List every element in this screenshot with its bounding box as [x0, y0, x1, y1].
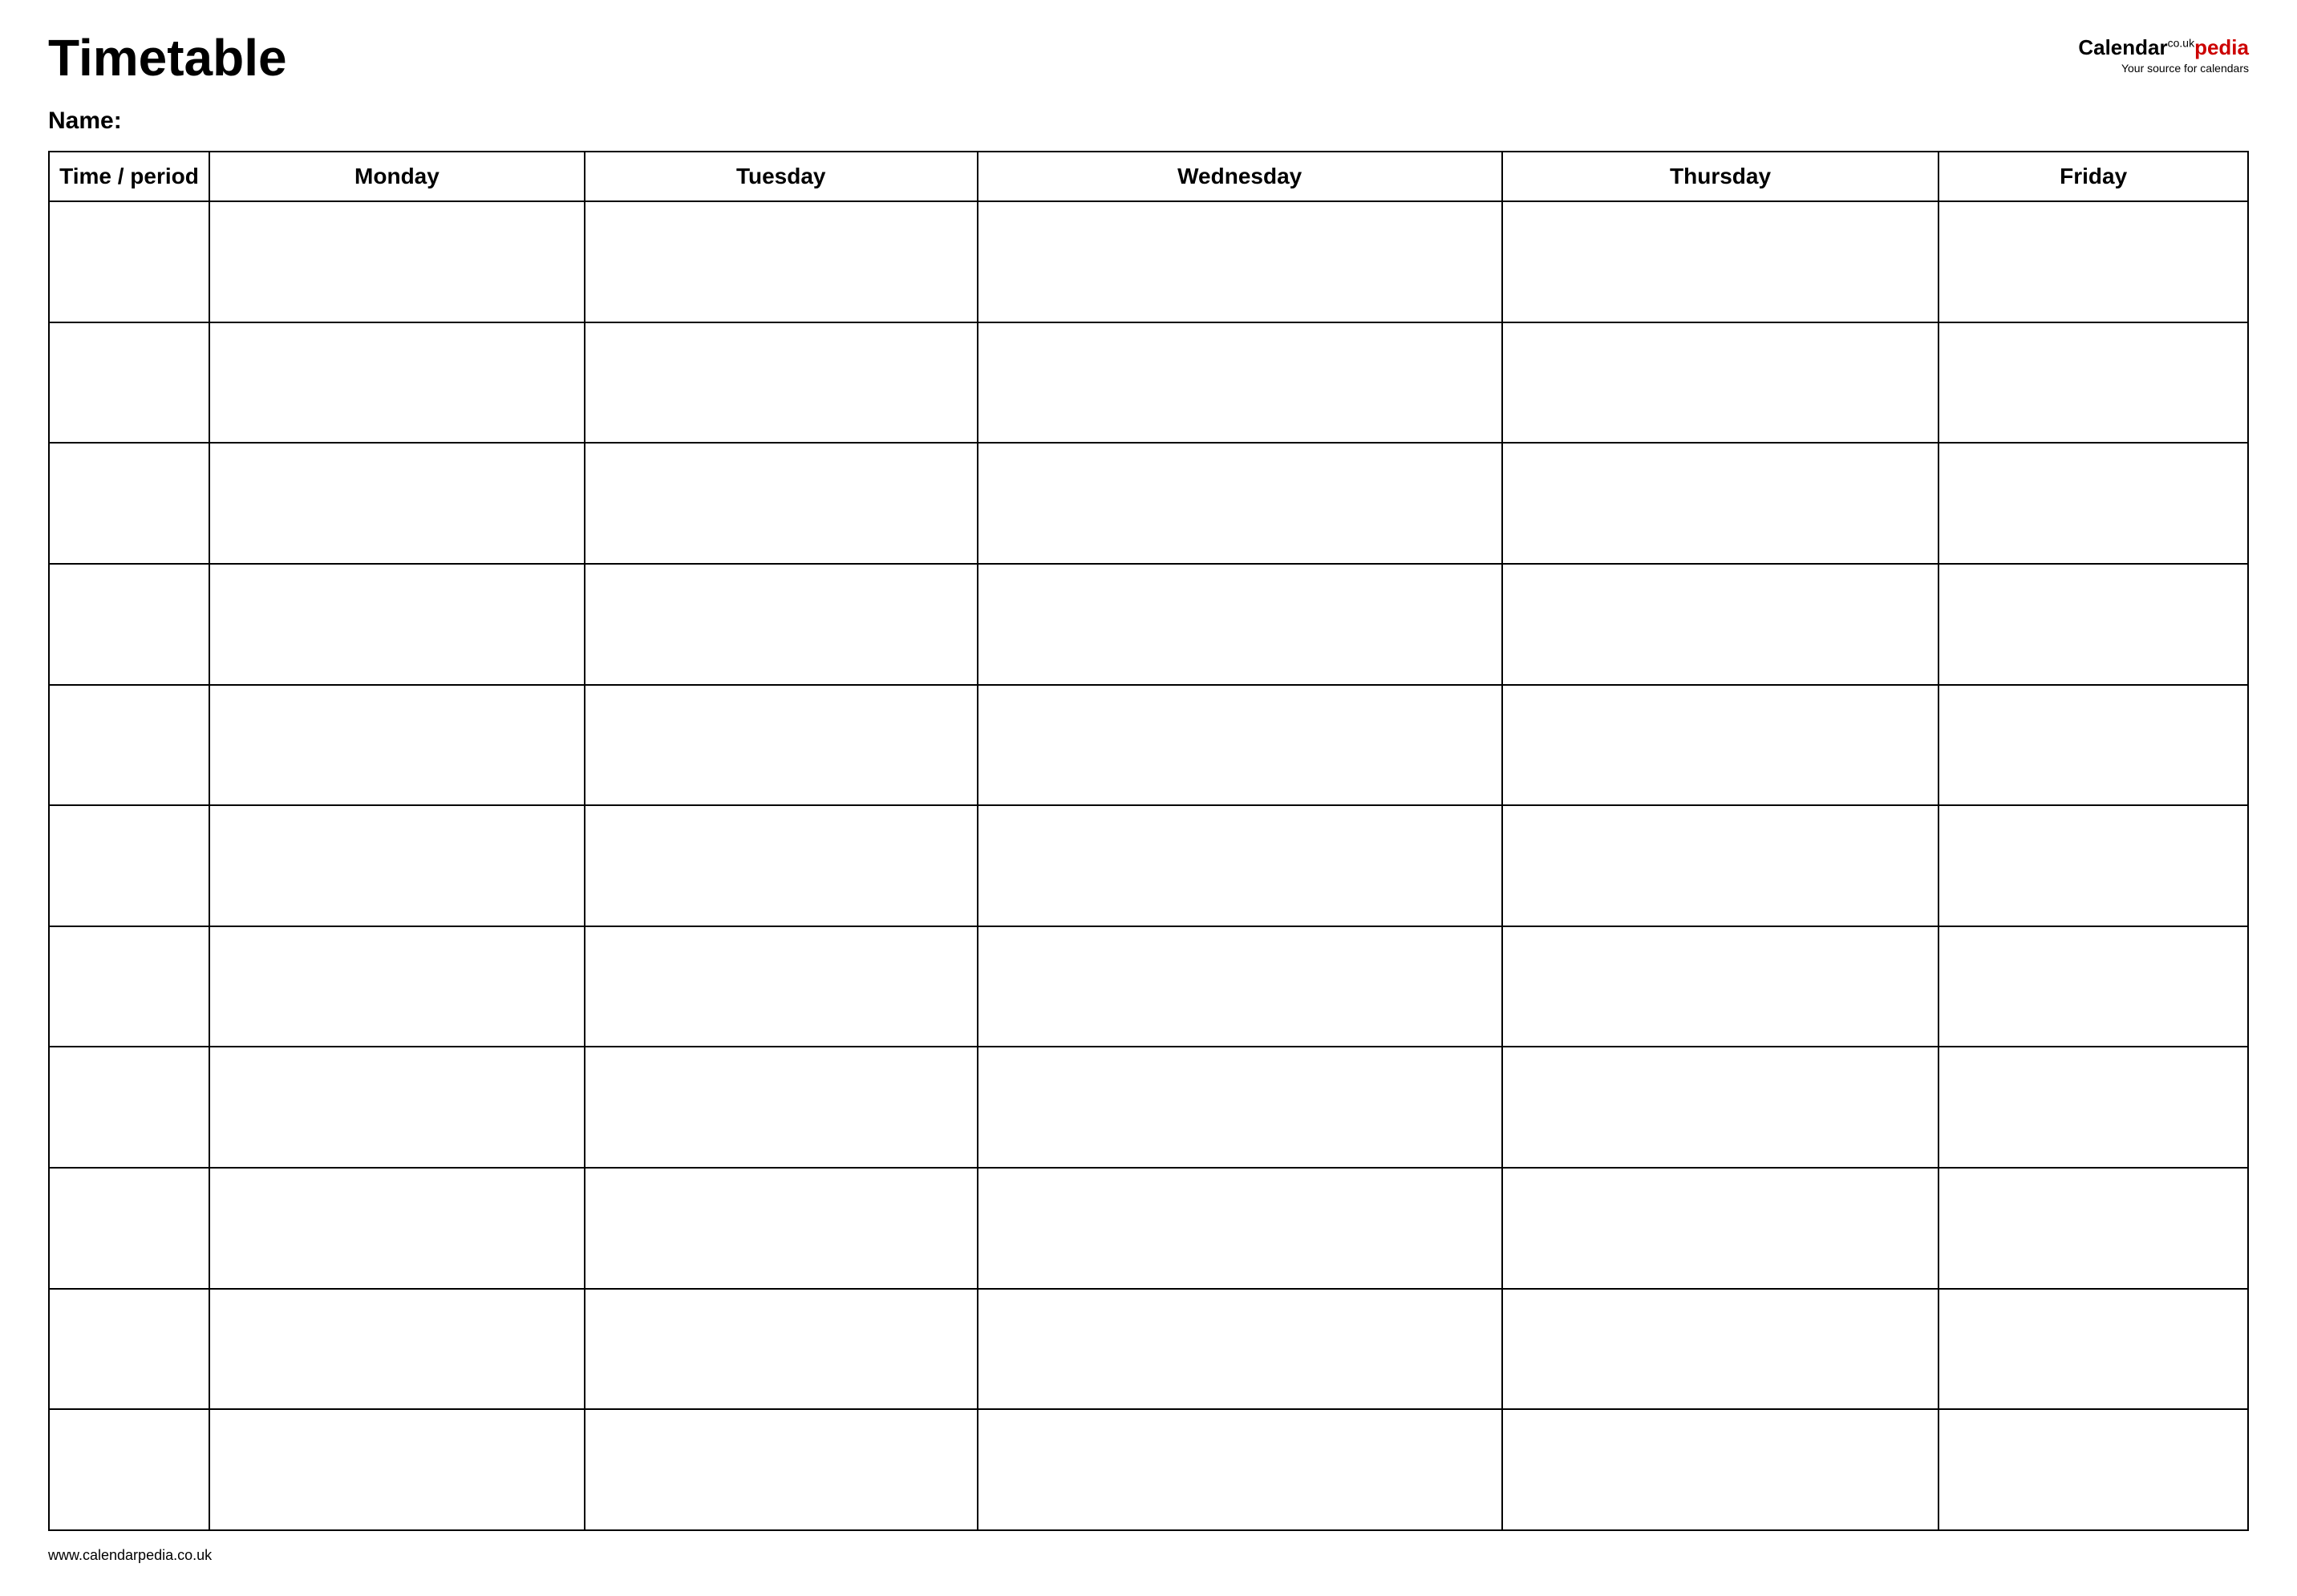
footer-url: www.calendarpedia.co.uk	[48, 1547, 212, 1563]
table-cell[interactable]	[209, 685, 585, 806]
table-cell[interactable]	[209, 443, 585, 564]
logo-text: Calendarco.ukpedia	[2078, 35, 2249, 60]
col-monday: Monday	[209, 152, 585, 201]
table-cell[interactable]	[1502, 1409, 1938, 1530]
table-row	[49, 564, 2248, 685]
table-row	[49, 926, 2248, 1047]
table-cell[interactable]	[978, 1168, 1502, 1289]
table-cell[interactable]	[49, 443, 209, 564]
page-header: Timetable Calendarco.ukpedia Your source…	[48, 32, 2249, 83]
table-header: Time / period Monday Tuesday Wednesday T…	[49, 152, 2248, 201]
table-cell[interactable]	[49, 564, 209, 685]
table-cell[interactable]	[978, 1409, 1502, 1530]
table-cell[interactable]	[209, 201, 585, 322]
table-cell[interactable]	[209, 1168, 585, 1289]
table-cell[interactable]	[209, 1409, 585, 1530]
table-cell[interactable]	[585, 322, 978, 444]
table-row	[49, 1409, 2248, 1530]
logo-subtitle: Your source for calendars	[2121, 62, 2249, 75]
table-cell[interactable]	[49, 1289, 209, 1410]
table-cell[interactable]	[585, 805, 978, 926]
table-cell[interactable]	[49, 1047, 209, 1168]
logo-area: Calendarco.ukpedia Your source for calen…	[2078, 35, 2249, 75]
table-cell[interactable]	[1502, 685, 1938, 806]
footer: www.calendarpedia.co.uk	[48, 1547, 2249, 1564]
table-cell[interactable]	[49, 926, 209, 1047]
table-body	[49, 201, 2248, 1530]
table-row	[49, 805, 2248, 926]
table-cell[interactable]	[585, 926, 978, 1047]
logo-calendar: Calendar	[2078, 35, 2167, 59]
col-time: Time / period	[49, 152, 209, 201]
table-cell[interactable]	[209, 1047, 585, 1168]
logo-co-uk: co.uk	[2168, 36, 2194, 49]
table-row	[49, 443, 2248, 564]
table-cell[interactable]	[49, 685, 209, 806]
table-row	[49, 1047, 2248, 1168]
table-cell[interactable]	[1502, 443, 1938, 564]
table-cell[interactable]	[585, 443, 978, 564]
col-thursday: Thursday	[1502, 152, 1938, 201]
table-cell[interactable]	[978, 1047, 1502, 1168]
table-cell[interactable]	[49, 1168, 209, 1289]
logo-pedia: pedia	[2194, 35, 2249, 59]
col-wednesday: Wednesday	[978, 152, 1502, 201]
table-cell[interactable]	[209, 1289, 585, 1410]
table-cell[interactable]	[209, 926, 585, 1047]
name-row: Name:	[48, 107, 2249, 135]
table-cell[interactable]	[585, 201, 978, 322]
table-cell[interactable]	[1938, 805, 2248, 926]
table-cell[interactable]	[978, 805, 1502, 926]
table-cell[interactable]	[1502, 322, 1938, 444]
table-cell[interactable]	[1938, 1047, 2248, 1168]
table-cell[interactable]	[1938, 685, 2248, 806]
table-cell[interactable]	[209, 805, 585, 926]
table-cell[interactable]	[1502, 564, 1938, 685]
table-cell[interactable]	[49, 805, 209, 926]
table-cell[interactable]	[978, 1289, 1502, 1410]
table-cell[interactable]	[585, 564, 978, 685]
table-cell[interactable]	[978, 443, 1502, 564]
table-cell[interactable]	[978, 201, 1502, 322]
table-row	[49, 1168, 2248, 1289]
name-label: Name:	[48, 107, 122, 134]
table-cell[interactable]	[978, 926, 1502, 1047]
table-cell[interactable]	[209, 322, 585, 444]
table-cell[interactable]	[1502, 1168, 1938, 1289]
table-cell[interactable]	[978, 322, 1502, 444]
table-row	[49, 322, 2248, 444]
table-row	[49, 1289, 2248, 1410]
table-cell[interactable]	[49, 1409, 209, 1530]
timetable: Time / period Monday Tuesday Wednesday T…	[48, 151, 2249, 1531]
col-friday: Friday	[1938, 152, 2248, 201]
table-cell[interactable]	[1938, 201, 2248, 322]
table-cell[interactable]	[1502, 201, 1938, 322]
table-cell[interactable]	[1938, 443, 2248, 564]
table-cell[interactable]	[49, 201, 209, 322]
table-cell[interactable]	[585, 1289, 978, 1410]
table-cell[interactable]	[1502, 1289, 1938, 1410]
header-row: Time / period Monday Tuesday Wednesday T…	[49, 152, 2248, 201]
table-cell[interactable]	[978, 685, 1502, 806]
table-cell[interactable]	[1938, 564, 2248, 685]
table-row	[49, 685, 2248, 806]
table-cell[interactable]	[978, 564, 1502, 685]
table-cell[interactable]	[585, 1168, 978, 1289]
table-cell[interactable]	[1502, 805, 1938, 926]
table-cell[interactable]	[1938, 322, 2248, 444]
table-cell[interactable]	[1502, 1047, 1938, 1168]
table-cell[interactable]	[1502, 926, 1938, 1047]
table-cell[interactable]	[585, 685, 978, 806]
table-cell[interactable]	[1938, 1289, 2248, 1410]
table-cell[interactable]	[1938, 1409, 2248, 1530]
table-cell[interactable]	[49, 322, 209, 444]
table-cell[interactable]	[209, 564, 585, 685]
table-cell[interactable]	[585, 1047, 978, 1168]
table-cell[interactable]	[1938, 1168, 2248, 1289]
table-row	[49, 201, 2248, 322]
page-title: Timetable	[48, 32, 287, 83]
table-cell[interactable]	[585, 1409, 978, 1530]
col-tuesday: Tuesday	[585, 152, 978, 201]
table-cell[interactable]	[1938, 926, 2248, 1047]
